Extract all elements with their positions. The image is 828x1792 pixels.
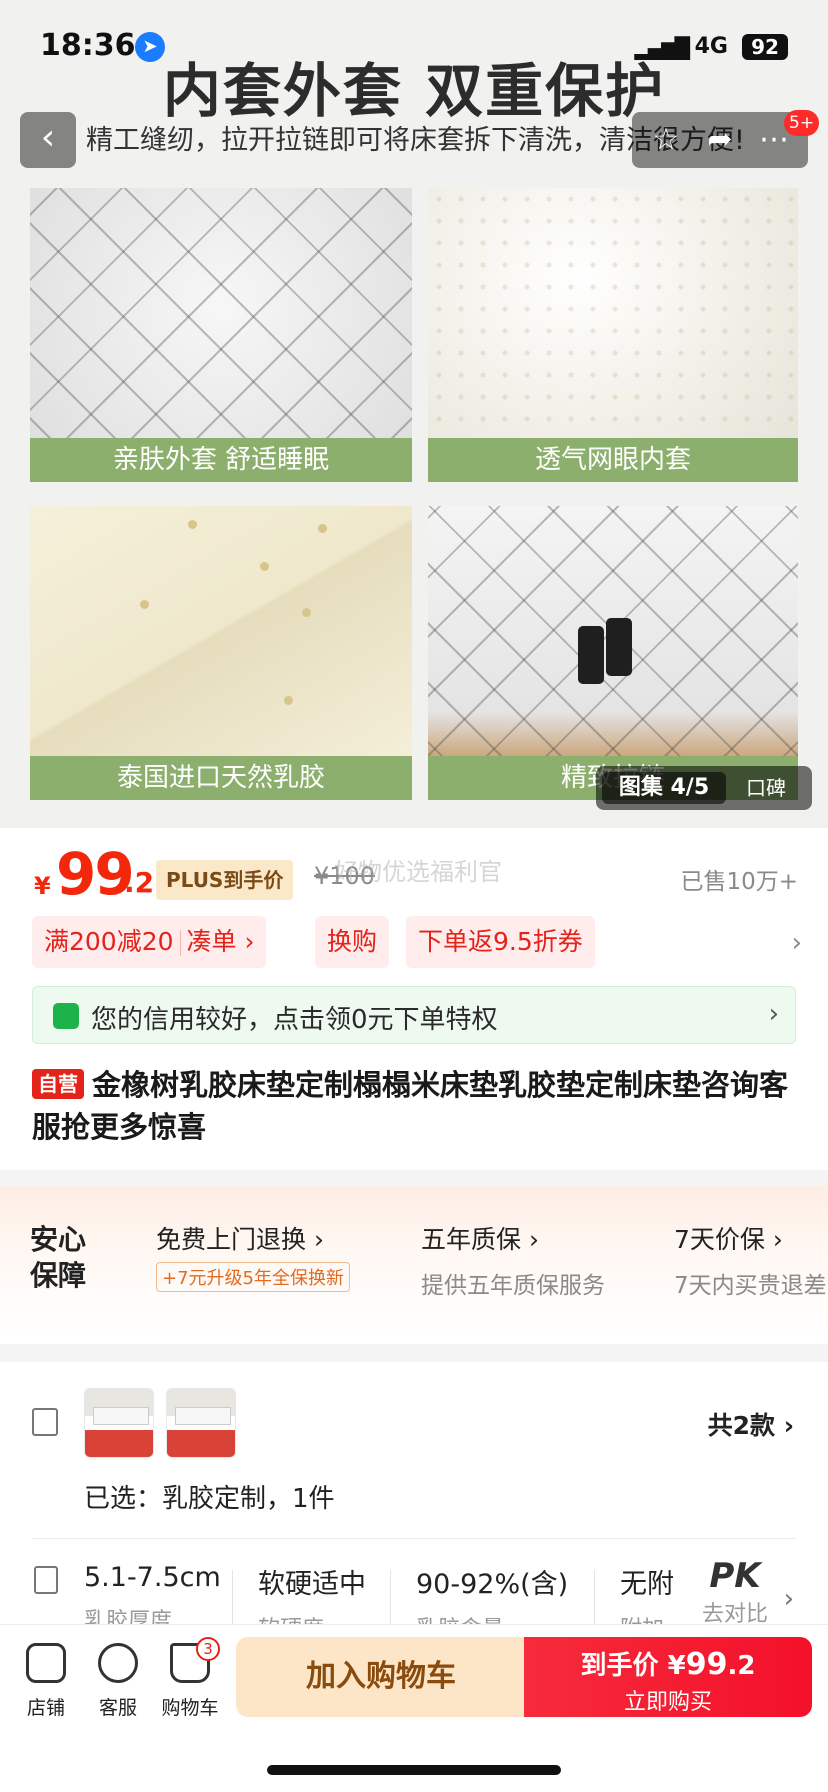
gallery-index: 图集 4/5 xyxy=(602,772,726,804)
shop-button[interactable]: 店铺 xyxy=(14,1643,78,1720)
add-to-cart-button[interactable]: 加入购物车 xyxy=(236,1637,526,1717)
sku-selected-label: 已选： xyxy=(84,1484,163,1514)
guarantee-badge: 安心 保障 xyxy=(30,1222,100,1294)
buy-price-value: 99 xyxy=(685,1647,728,1682)
guarantee-badge-line2: 保障 xyxy=(30,1259,87,1292)
buy-price-decimal: .2 xyxy=(727,1651,756,1681)
gallery-tile-latex: 泰国进口天然乳胶 xyxy=(30,506,412,800)
guarantee-title: 免费上门退换 › xyxy=(156,1225,324,1254)
price-row: ¥ 99 .2 PLUS到手价 ¥100 好物优选福利官 已售10万+ xyxy=(34,840,798,914)
share-icon[interactable]: ➦ xyxy=(700,122,740,157)
buy-now-label: 立即购买 xyxy=(623,1690,712,1715)
shop-label: 店铺 xyxy=(26,1697,65,1719)
guarantee-title: 7天价保 › xyxy=(674,1225,783,1254)
guarantee-title: 五年质保 › xyxy=(421,1225,539,1254)
location-arrow-icon: ➤ xyxy=(135,32,165,62)
service-button[interactable]: 客服 xyxy=(86,1643,150,1720)
sold-count: 已售10万+ xyxy=(680,869,798,895)
pk-title: PK xyxy=(709,1556,761,1596)
spec-separator xyxy=(390,1570,391,1624)
section-divider xyxy=(0,1344,828,1362)
customer-service-icon xyxy=(98,1643,138,1683)
guarantee-section[interactable]: 安心 保障 免费上门退换 › +7元升级5年全保换新 五年质保 › 提供五年质保… xyxy=(0,1186,828,1336)
sku-thumbnail-1[interactable] xyxy=(84,1388,154,1458)
zipper-pull xyxy=(578,626,604,684)
price-decimal: .2 xyxy=(124,866,155,899)
guarantee-sub: 提供五年质保服务 xyxy=(421,1273,605,1299)
coupon-label: 满200减20 xyxy=(44,927,174,956)
network-type: 4G xyxy=(694,34,728,59)
section-divider xyxy=(0,1170,828,1186)
buy-price: 到手价 ¥99.2 xyxy=(524,1645,812,1682)
cart-button[interactable]: 3 购物车 xyxy=(158,1637,222,1720)
guarantee-price-protect[interactable]: 7天价保 › 7天内买贵退差 xyxy=(674,1220,827,1300)
price-integer: 99 xyxy=(56,840,135,908)
spec-chevron[interactable]: › xyxy=(784,1584,794,1614)
tile-caption: 透气网眼内套 xyxy=(428,438,798,482)
price-currency: ¥ xyxy=(34,872,51,900)
cart-badge: 3 xyxy=(196,1637,220,1661)
promo-more-chevron[interactable]: › xyxy=(792,928,802,958)
buy-now-button[interactable]: 到手价 ¥99.2 立即购买 xyxy=(524,1637,812,1717)
gallery-tile-mesh-cover: 透气网眼内套 xyxy=(428,188,798,482)
guarantee-warranty[interactable]: 五年质保 › 提供五年质保服务 xyxy=(421,1220,605,1300)
status-time: 18:36 xyxy=(40,28,136,63)
rebate-promo[interactable]: 下单返9.5折券 xyxy=(406,916,595,968)
buy-price-label: 到手价 xyxy=(580,1651,659,1681)
guarantee-badge-line1: 安心 xyxy=(30,1223,87,1256)
sku-count[interactable]: 共2款 › xyxy=(708,1406,794,1442)
spec-value: 90-92%(含) xyxy=(416,1569,569,1600)
sku-select-icon xyxy=(32,1408,58,1436)
spec-document-icon xyxy=(34,1566,58,1594)
product-title-text: 金橡树乳胶床垫定制榻榻米床垫乳胶垫定制床垫咨询客服抢更多惊喜 xyxy=(32,1068,789,1144)
message-badge: 5+ xyxy=(784,110,820,136)
gallery-tile-zipper: 精致拉链 xyxy=(428,506,798,800)
nav-actions: ☆ ➦ ⋯ xyxy=(632,112,808,168)
coupon-promo[interactable]: 满200减20 凑单 › xyxy=(32,916,267,968)
spec-value: 5.1-7.5cm xyxy=(84,1562,221,1593)
spec-separator xyxy=(594,1570,595,1624)
home-indicator xyxy=(267,1765,561,1775)
credit-text: 您的信用较好，点击领0元下单特权 xyxy=(91,1005,498,1035)
promo-row: 满200减20 凑单 › 换购 下单返9.5折券 › xyxy=(32,916,802,970)
pk-compare-button[interactable]: PK 去对比 xyxy=(690,1556,780,1627)
service-label: 客服 xyxy=(98,1697,137,1719)
spec-value: 无附 xyxy=(620,1569,674,1600)
swap-promo[interactable]: 换购 xyxy=(315,916,390,968)
plus-price-tag[interactable]: PLUS到手价 xyxy=(156,860,294,900)
reviews-tab[interactable]: 口碑 xyxy=(746,766,786,810)
signal-icon: ▂▄▆█ xyxy=(634,36,690,60)
sku-selected[interactable]: 已选：乳胶定制，1件 xyxy=(84,1478,335,1515)
buy-currency: ¥ xyxy=(667,1651,686,1681)
gallery-counter[interactable]: 图集 4/5 口碑 xyxy=(596,766,812,810)
sku-selected-value: 乳胶定制，1件 xyxy=(162,1484,335,1514)
star-icon[interactable]: ☆ xyxy=(646,122,686,157)
sku-thumbnail-2[interactable] xyxy=(166,1388,236,1458)
guarantee-upgrade-tag: +7元升级5年全保换新 xyxy=(156,1262,350,1292)
credit-banner[interactable]: 您的信用较好，点击领0元下单特权 › xyxy=(32,986,796,1044)
guarantee-free-return[interactable]: 免费上门退换 › +7元升级5年全保换新 xyxy=(156,1220,350,1292)
battery-indicator: 92 xyxy=(742,34,788,60)
guarantee-sub: 7天内买贵退差 xyxy=(674,1273,827,1299)
tile-caption: 泰国进口天然乳胶 xyxy=(30,756,412,800)
gallery-tile-outer-cover: 亲肤外套 舒适睡眠 xyxy=(30,188,412,482)
status-bar: 18:36 ➤ ▂▄▆█ 4G 92 xyxy=(40,28,788,68)
divider xyxy=(32,1538,796,1539)
cart-label: 购物车 xyxy=(161,1697,219,1719)
chevron-right-icon: › xyxy=(768,999,779,1029)
watermark: 好物优选福利官 xyxy=(334,858,502,886)
store-icon xyxy=(26,1643,66,1683)
chevron-left-icon: ‹ xyxy=(40,117,56,158)
product-title: 自营 金橡树乳胶床垫定制榻榻米床垫乳胶垫定制床垫咨询客服抢更多惊喜 xyxy=(32,1064,802,1148)
tile-caption: 亲肤外套 舒适睡眠 xyxy=(30,438,412,482)
spec-separator xyxy=(232,1570,233,1624)
zipper-pull xyxy=(606,618,632,676)
back-button[interactable]: ‹ xyxy=(20,112,76,168)
shopping-bag-icon xyxy=(53,1003,79,1029)
spec-value: 软硬适中 xyxy=(258,1569,366,1600)
coupon-action: 凑单 › xyxy=(186,927,255,956)
self-operated-tag: 自营 xyxy=(32,1069,84,1099)
